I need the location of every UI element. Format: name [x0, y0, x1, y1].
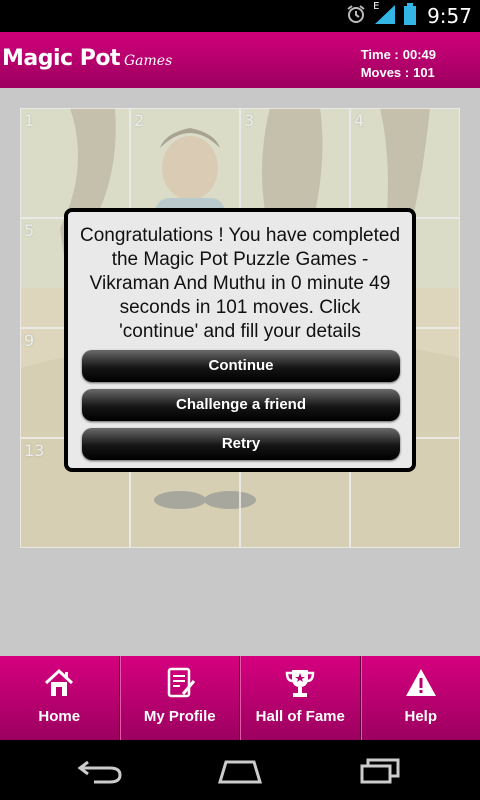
tab-help[interactable]: Help: [360, 656, 480, 740]
app-header: Magic Pot Games Time : 00:49 Moves : 101: [0, 32, 480, 88]
moves-stat: Moves : 101: [361, 64, 436, 82]
home-nav-icon[interactable]: [214, 754, 266, 786]
tab-home[interactable]: Home: [0, 656, 120, 740]
battery-icon: [403, 2, 417, 30]
home-icon: [42, 666, 76, 700]
tab-hall-of-fame[interactable]: Hall of Fame: [240, 656, 361, 740]
tab-my-profile[interactable]: My Profile: [119, 656, 240, 740]
tab-help-label: Help: [404, 708, 437, 725]
network-type-label: E: [373, 1, 380, 12]
bottom-tab-bar: Home My Profile Hall of Fame Help: [0, 656, 480, 740]
tab-home-label: Home: [38, 708, 81, 725]
status-time: 9:57: [427, 4, 472, 28]
time-stat: Time : 00:49: [361, 46, 436, 64]
trophy-icon: [283, 666, 317, 700]
tab-my-profile-label: My Profile: [143, 708, 216, 725]
warning-icon: [404, 666, 438, 700]
back-icon[interactable]: [74, 754, 126, 786]
moves-value: 101: [413, 65, 435, 80]
continue-button[interactable]: Continue: [82, 350, 400, 382]
challenge-friend-button[interactable]: Challenge a friend: [82, 389, 400, 421]
recent-apps-icon[interactable]: [354, 754, 406, 786]
system-nav-bar: [0, 740, 480, 800]
logo-main-text: Magic Pot: [2, 46, 120, 71]
time-value: 00:49: [402, 47, 436, 62]
dialog-message: Congratulations ! You have completed the…: [79, 225, 401, 342]
moves-label: Moves :: [360, 65, 410, 80]
alarm-icon: [345, 3, 367, 29]
logo-sub-text: Games: [123, 53, 173, 69]
app-logo: Magic Pot Games: [2, 46, 172, 71]
congratulations-dialog: Congratulations ! You have completed the…: [64, 208, 416, 472]
game-area: 1 2 3 4 5 9 13 Congratulations ! You hav…: [0, 88, 480, 656]
game-stats: Time : 00:49 Moves : 101: [361, 46, 436, 82]
status-bar: E 9:57: [0, 0, 480, 32]
signal-icon: E: [373, 1, 397, 29]
profile-icon: [163, 666, 197, 700]
retry-button[interactable]: Retry: [82, 428, 400, 460]
time-label: Time :: [360, 47, 399, 62]
status-icons: E 9:57: [345, 0, 472, 32]
tab-hall-of-fame-label: Hall of Fame: [255, 708, 345, 725]
